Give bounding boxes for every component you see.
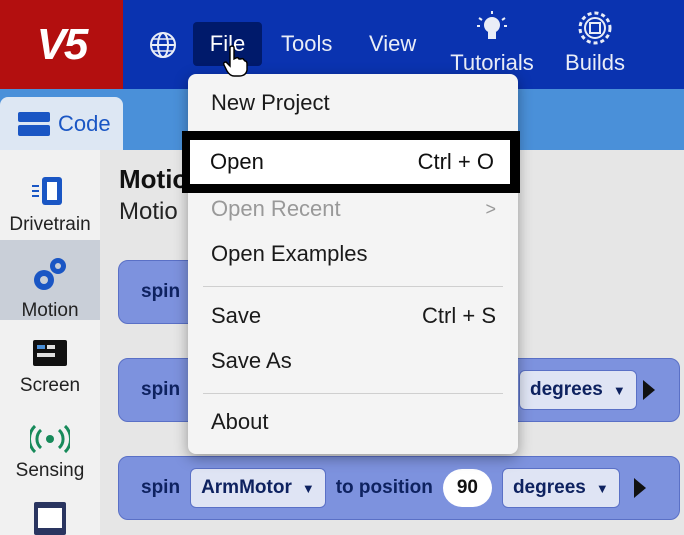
- sensing-icon: [30, 424, 70, 454]
- console-icon[interactable]: [34, 502, 66, 535]
- builds-label: Builds: [565, 50, 625, 75]
- category-label: Screen: [19, 375, 81, 396]
- block-keyword: spin: [141, 477, 181, 498]
- motor-label: ArmMotor: [201, 477, 292, 498]
- builds-button[interactable]: Builds: [563, 10, 627, 76]
- category-screen[interactable]: Screen: [0, 325, 100, 405]
- lightbulb-icon: [477, 11, 507, 39]
- category-motion[interactable]: Motion: [0, 240, 100, 321]
- category-sensing[interactable]: Sensing: [0, 410, 100, 490]
- menu-item-shortcut: Ctrl + S: [422, 303, 496, 328]
- tab-code-label: Code: [58, 110, 111, 136]
- menu-item-open-recent: Open Recent >: [211, 192, 496, 226]
- menu-item-label: Open Recent: [211, 196, 341, 221]
- menu-item-open[interactable]: Open Ctrl + O: [190, 140, 510, 184]
- submenu-arrow: >: [485, 198, 496, 219]
- menu-tools[interactable]: Tools: [281, 22, 332, 66]
- menu-item-label: Open Examples: [211, 241, 368, 266]
- motor-dropdown[interactable]: ArmMotor ▼: [190, 468, 326, 508]
- block-action-text: to position: [335, 477, 433, 498]
- menu-divider: [203, 286, 503, 287]
- menu-item-label: Open: [210, 149, 264, 174]
- menu-item-open-examples[interactable]: Open Examples: [211, 237, 496, 271]
- block-keyword: spin: [141, 379, 181, 400]
- units-dropdown[interactable]: degrees ▼: [501, 468, 620, 508]
- code-blocks-icon: [18, 111, 50, 136]
- category-label: Drivetrain: [9, 214, 91, 235]
- menu-item-label: About: [211, 409, 269, 434]
- tutorials-label: Tutorials: [450, 50, 534, 75]
- menu-item-label: Save: [211, 303, 262, 328]
- menu-item-label: Save As: [211, 348, 292, 373]
- builds-gear-icon: [578, 11, 612, 45]
- tab-code[interactable]: Code: [0, 97, 123, 150]
- gears-icon: [34, 258, 66, 290]
- position-value-input[interactable]: 90: [442, 469, 492, 507]
- play-icon[interactable]: [643, 380, 655, 400]
- play-icon[interactable]: [633, 478, 646, 498]
- screen-icon: [33, 340, 67, 366]
- menu-item-save-as[interactable]: Save As: [211, 344, 496, 378]
- menu-item-save[interactable]: Save Ctrl + S: [211, 299, 496, 333]
- menu-divider: [203, 393, 503, 394]
- menu-view[interactable]: View: [369, 22, 416, 66]
- menu-item-label: New Project: [211, 90, 330, 115]
- units-dropdown[interactable]: degrees ▼: [519, 370, 637, 410]
- category-label: Sensing: [15, 460, 85, 481]
- drivetrain-icon: [32, 177, 62, 205]
- category-sidebar: Drivetrain Motion Screen Sensing: [0, 150, 100, 535]
- menu-item-shortcut: Ctrl + O: [417, 149, 494, 174]
- section-subheading: Motio: [119, 198, 178, 225]
- block-keyword: spin: [141, 281, 181, 302]
- spin-to-position-block[interactable]: spin ArmMotor ▼ to position 90 degrees ▼: [118, 456, 680, 520]
- tutorials-button[interactable]: Tutorials: [449, 10, 535, 76]
- units-label: degrees: [530, 379, 603, 400]
- vex-logo: V5: [0, 0, 123, 89]
- dropdown-arrow-icon: ▼: [301, 480, 315, 496]
- menu-item-new-project[interactable]: New Project: [211, 86, 496, 120]
- category-drivetrain[interactable]: Drivetrain: [0, 160, 100, 240]
- dropdown-arrow-icon: ▼: [612, 382, 626, 398]
- globe-icon[interactable]: [148, 30, 178, 60]
- section-heading: Motio: [119, 164, 189, 194]
- dropdown-arrow-icon: ▼: [595, 480, 609, 496]
- units-label: degrees: [512, 477, 586, 498]
- menu-item-about[interactable]: About: [211, 405, 496, 439]
- category-label: Motion: [21, 300, 79, 321]
- hand-cursor-icon: [223, 45, 248, 77]
